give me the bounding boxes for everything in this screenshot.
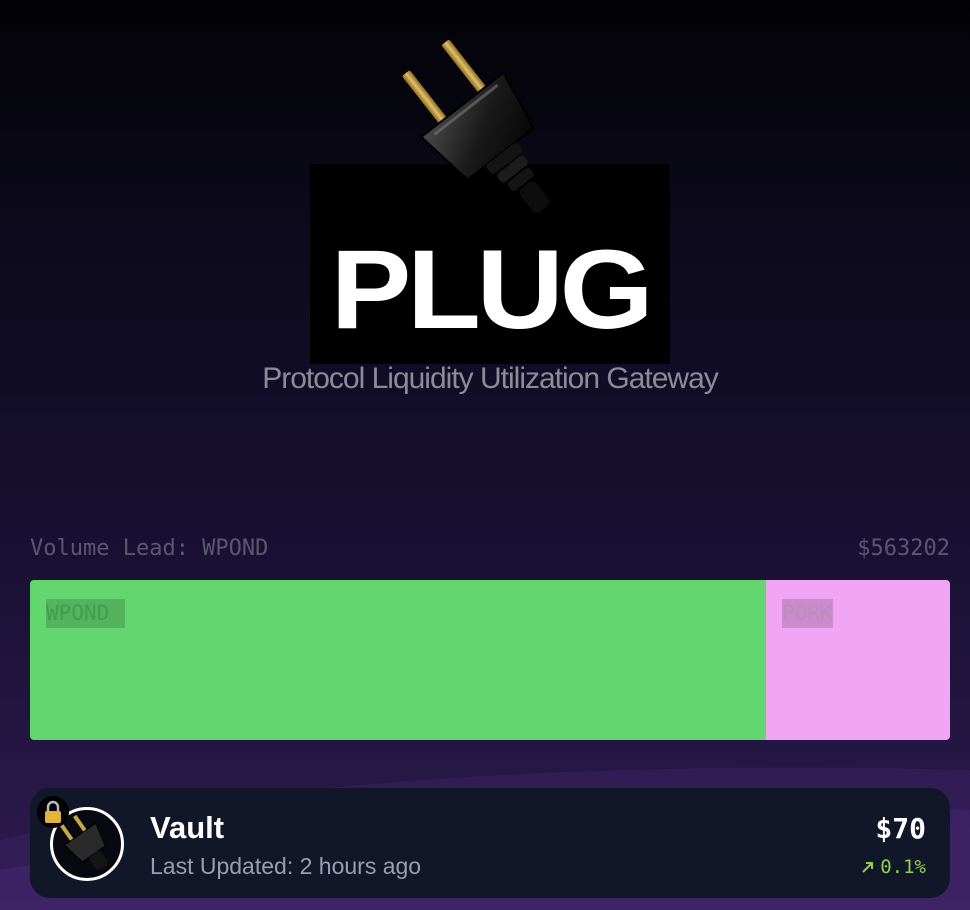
volume-segment-pork[interactable]: PORK: [766, 580, 950, 740]
volume-segment-label: WPOND: [46, 599, 126, 628]
volume-segment-label: PORK: [782, 599, 833, 628]
lock-badge: [37, 796, 69, 828]
vault-title: Vault: [150, 810, 225, 845]
vault-last-updated: Last Updated: 2 hours ago: [150, 853, 422, 879]
volume-header: Volume Lead: WPOND $563202: [30, 536, 950, 562]
brand-wordmark: PLUG: [330, 227, 654, 352]
volume-segment-wpond[interactable]: WPOND: [30, 580, 766, 740]
volume-total: $563202: [857, 536, 950, 561]
volume-lead-label: Volume Lead: WPOND: [30, 536, 269, 561]
volume-share-bar: WPOND PORK: [30, 580, 950, 740]
lock-icon: [45, 800, 61, 823]
vault-value: $70: [875, 812, 926, 845]
vault-change-value: 0.1%: [880, 856, 926, 878]
vault-change: 0.1%: [860, 856, 926, 878]
vault-card[interactable]: Vault Last Updated: 2 hours ago $70 0.1%: [30, 788, 950, 898]
plug-logo: PLUG: [310, 24, 670, 364]
plug-icon: [402, 39, 550, 213]
brand-tagline: Protocol Liquidity Utilization Gateway: [262, 362, 719, 395]
arrow-up-right-icon: [862, 862, 874, 873]
